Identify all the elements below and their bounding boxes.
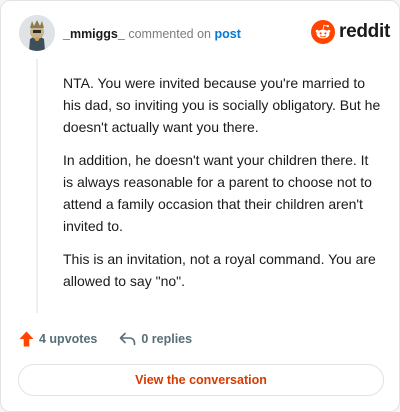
username[interactable]: _mmiggs_ (63, 27, 125, 41)
view-conversation-button[interactable]: View the conversation (18, 364, 384, 396)
user-avatar-icon (19, 15, 55, 51)
commented-on-text: commented on (128, 27, 212, 41)
post-link[interactable]: post (215, 27, 241, 41)
reddit-logo[interactable]: reddit (311, 20, 390, 44)
comment-header: _mmiggs_ commented on post (63, 26, 241, 42)
replies-stat[interactable]: 0 replies (119, 332, 192, 346)
comment-paragraph: This is an invitation, not a royal comma… (63, 251, 376, 289)
reply-arrow-icon (120, 332, 136, 346)
comment-paragraph: NTA. You were invited because you're mar… (63, 75, 381, 135)
upvotes-stat[interactable]: 4 upvotes (19, 331, 97, 347)
brand-wordmark: reddit (339, 21, 390, 42)
upvotes-count: 4 upvotes (39, 332, 98, 346)
arrow-up-icon (19, 331, 34, 347)
replies-count: 0 replies (141, 332, 193, 346)
comment-body: NTA. You were invited because you're mar… (63, 72, 381, 303)
comment-stats: 4 upvotes 0 replies (19, 331, 192, 347)
thread-line[interactable] (36, 59, 38, 313)
avatar[interactable] (19, 15, 55, 51)
reddit-snoo-icon (311, 20, 335, 44)
comment-card: _mmiggs_ commented on post reddit NTA. Y… (0, 0, 400, 412)
comment-paragraph: In addition, he doesn't want your childr… (63, 152, 372, 234)
